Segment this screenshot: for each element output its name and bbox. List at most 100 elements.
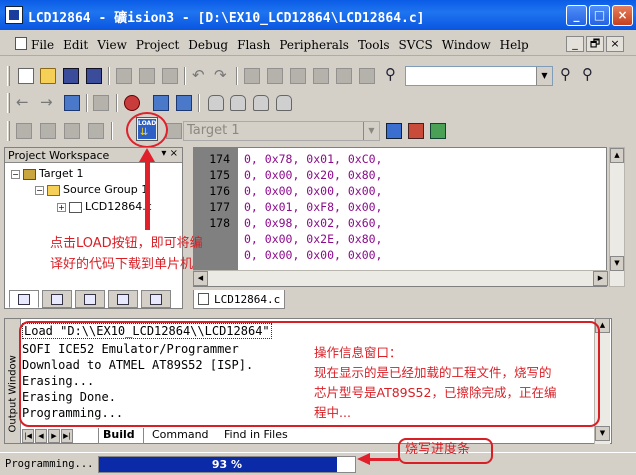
files-icon xyxy=(18,294,30,305)
find-in-files-icon[interactable]: ⚲ xyxy=(582,65,598,83)
collapse-icon[interactable]: − xyxy=(11,169,20,179)
build-target-icon[interactable] xyxy=(40,123,56,139)
save-all-icon[interactable] xyxy=(86,68,102,84)
breakpoint-insert-icon[interactable] xyxy=(208,95,224,111)
load-annotation: 点击LOAD按钮，即可将编 译好的代码下载到单片机 xyxy=(50,236,203,272)
chevron-down-icon[interactable]: ▼ xyxy=(363,122,379,140)
workspace-tabs xyxy=(3,290,183,310)
close-button[interactable]: × xyxy=(612,5,633,26)
tab-functions[interactable] xyxy=(108,290,138,308)
collapse-icon[interactable]: − xyxy=(35,185,44,195)
code-line[interactable]: 176 0, 0x00, 0x00, 0x00, xyxy=(194,184,382,200)
menu-item-flash[interactable]: Flash xyxy=(237,38,270,52)
menu-item-peripherals[interactable]: Peripherals xyxy=(279,38,349,52)
undo-icon[interactable]: ↶ xyxy=(192,66,208,84)
workspace-close-button[interactable]: ▾ × xyxy=(161,148,178,159)
file-extensions-icon[interactable] xyxy=(408,123,424,139)
print-icon[interactable] xyxy=(93,95,109,111)
code-line[interactable]: 175 0, 0x00, 0x20, 0x80, xyxy=(194,168,382,184)
menu-item-view[interactable]: View xyxy=(97,38,127,52)
menu-item-tools[interactable]: Tools xyxy=(358,38,390,52)
mdi-minimize-button[interactable]: _ xyxy=(566,36,584,52)
tab-command[interactable]: Command xyxy=(148,428,218,444)
new-file-icon[interactable] xyxy=(18,68,34,84)
menu-item-file[interactable]: File xyxy=(31,38,54,52)
save-icon[interactable] xyxy=(63,68,79,84)
redo-icon[interactable]: ↷ xyxy=(214,66,230,84)
breakpoint-disable-icon[interactable] xyxy=(253,95,269,111)
code-line[interactable]: 174 0, 0x78, 0x01, 0xC0, xyxy=(194,152,382,168)
document-icon[interactable] xyxy=(15,37,27,50)
breakpoint-enable-icon[interactable] xyxy=(230,95,246,111)
scroll-up-icon[interactable]: ▲ xyxy=(610,148,624,163)
find-combo[interactable]: ▼ xyxy=(405,66,553,86)
menu-item-help[interactable]: Help xyxy=(500,38,529,52)
tab-last-icon[interactable]: ▶| xyxy=(61,429,73,443)
tab-first-icon[interactable]: |◀ xyxy=(22,429,34,443)
editor-vertical-scrollbar[interactable]: ▲ ▼ xyxy=(609,147,625,287)
toolbar-grip[interactable] xyxy=(7,66,10,86)
cut-icon[interactable] xyxy=(116,68,132,84)
menu-item-project[interactable]: Project xyxy=(136,38,179,52)
breakpoint-kill-icon[interactable] xyxy=(276,95,292,111)
reference-icon[interactable] xyxy=(64,95,80,111)
code-line[interactable]: 177 0, 0x01, 0xF8, 0x00, xyxy=(194,200,382,216)
target-select[interactable]: Target 1 ▼ xyxy=(183,121,380,141)
tab-templates[interactable] xyxy=(141,290,171,308)
menu-item-edit[interactable]: Edit xyxy=(63,38,88,52)
menu-item-svcs[interactable]: SVCS xyxy=(398,38,432,52)
open-folder-icon[interactable] xyxy=(40,68,56,84)
status-text: Programming... xyxy=(5,458,94,470)
config-wizard-icon[interactable] xyxy=(176,95,192,111)
unindent-icon[interactable] xyxy=(267,68,283,84)
binoculars-icon[interactable]: ⚲ xyxy=(560,65,576,83)
bookmark-next-icon[interactable] xyxy=(336,68,352,84)
scroll-down-icon[interactable]: ▼ xyxy=(610,256,624,271)
tree-item-file[interactable]: + LCD12864.c xyxy=(57,200,152,213)
editor-file-tab[interactable]: LCD12864.c xyxy=(193,290,285,309)
chevron-down-icon[interactable]: ▼ xyxy=(536,67,552,85)
scroll-right-icon[interactable]: ▶ xyxy=(593,271,608,286)
scroll-down-icon[interactable]: ▼ xyxy=(595,426,610,441)
tab-build[interactable]: Build xyxy=(98,428,144,444)
rebuild-icon[interactable] xyxy=(64,123,80,139)
window-layout-icon[interactable] xyxy=(153,95,169,111)
code-editor[interactable]: 174 0, 0x78, 0x01, 0xC0, 175 0, 0x00, 0x20… xyxy=(193,147,607,287)
tab-find-in-files[interactable]: Find in Files xyxy=(220,428,310,444)
menu-item-debug[interactable]: Debug xyxy=(188,38,228,52)
paste-icon[interactable] xyxy=(162,68,178,84)
debug-session-icon[interactable] xyxy=(124,95,140,111)
tab-books[interactable] xyxy=(75,290,105,308)
tree-item-source-group[interactable]: − Source Group 1 xyxy=(35,183,148,196)
components-icon[interactable] xyxy=(386,123,402,139)
tab-files[interactable] xyxy=(9,290,39,308)
editor-horizontal-scrollbar[interactable]: ◀ ▶ xyxy=(193,270,608,286)
options-wand-icon[interactable] xyxy=(166,123,182,139)
expand-icon[interactable]: + xyxy=(57,202,66,212)
indent-icon[interactable] xyxy=(244,68,260,84)
maximize-button[interactable]: □ xyxy=(589,5,610,26)
mdi-close-button[interactable]: × xyxy=(606,36,624,52)
tree-item-target[interactable]: − Target 1 xyxy=(11,167,84,180)
stop-build-icon[interactable] xyxy=(88,123,104,139)
bookmark-clear-icon[interactable] xyxy=(359,68,375,84)
minimize-button[interactable]: _ xyxy=(566,5,587,26)
menu-items: File Edit View Project Debug Flash Peripherals… xyxy=(31,38,538,52)
load-arrow-shaft xyxy=(145,160,150,230)
menu-item-window[interactable]: Window xyxy=(442,38,491,52)
back-icon[interactable]: ← xyxy=(16,93,32,111)
translate-icon[interactable] xyxy=(16,123,32,139)
tab-next-icon[interactable]: ▶ xyxy=(48,429,60,443)
find-icon[interactable]: ⚲ xyxy=(385,65,401,83)
mdi-restore-button[interactable]: 🗗 xyxy=(586,36,604,52)
tab-registers[interactable] xyxy=(42,290,72,308)
bookmark-toggle-icon[interactable] xyxy=(290,68,306,84)
forward-icon[interactable]: → xyxy=(40,93,56,111)
app-icon[interactable] xyxy=(5,6,23,24)
bookmark-prev-icon[interactable] xyxy=(313,68,329,84)
tab-prev-icon[interactable]: ◀ xyxy=(35,429,47,443)
folder-icon xyxy=(47,184,60,196)
copy-icon[interactable] xyxy=(139,68,155,84)
multi-project-icon[interactable] xyxy=(430,123,446,139)
code-line[interactable]: 178 0, 0x98, 0x02, 0x60, xyxy=(194,216,382,232)
